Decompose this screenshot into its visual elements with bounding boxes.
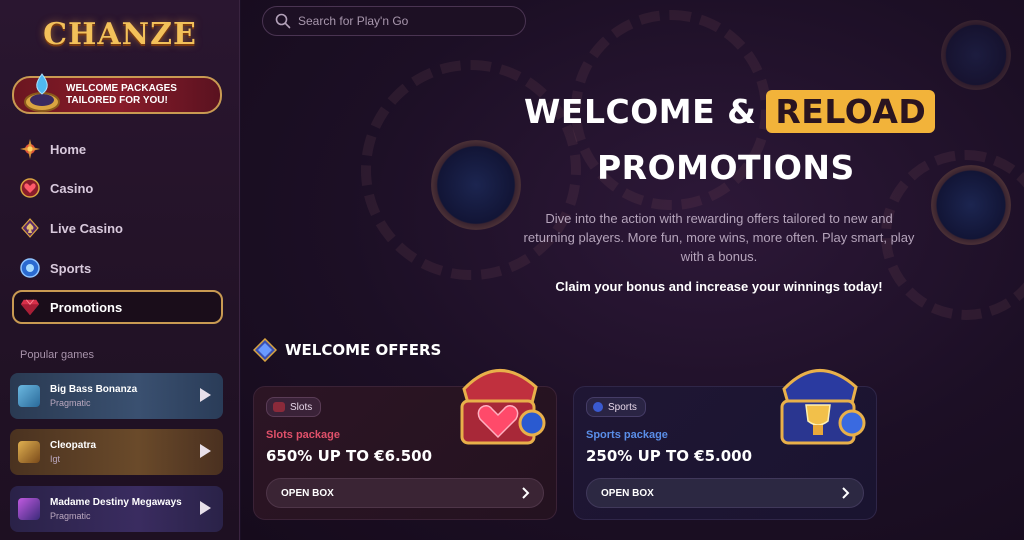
offer-tag-label: Sports <box>608 401 637 413</box>
welcome-banner-text: WELCOME PACKAGES TAILORED FOR YOU! <box>66 83 177 106</box>
open-box-button-sports[interactable]: OPEN BOX <box>586 478 864 508</box>
trophy-chest-icon <box>780 369 866 445</box>
offer-tag-slots: Slots <box>266 397 322 417</box>
game-card-big-bass-bonanza[interactable]: Big Bass Bonanza Pragmatic <box>10 373 223 419</box>
nav-label-promotions: Promotions <box>50 299 123 315</box>
game-thumbnail <box>18 385 40 407</box>
hero-title-line1: WELCOME & RELOAD <box>524 90 936 133</box>
nav-item-sports[interactable]: Sports <box>14 252 222 284</box>
offer-card-slots[interactable]: Slots Slots package 650% UP TO €6.500 OP… <box>253 369 557 520</box>
ball-icon <box>593 402 603 412</box>
diamond-icon <box>20 297 40 317</box>
game-provider: Pragmatic <box>50 398 91 408</box>
game-provider: Igt <box>50 454 61 464</box>
background-gauge <box>931 165 1011 245</box>
sidebar: CHANZE WELCOME PACKAGES TAILORED FOR YOU… <box>0 0 240 540</box>
open-box-label: OPEN BOX <box>281 487 334 499</box>
search-bar[interactable] <box>262 6 526 36</box>
offer-package-label: Slots package <box>266 429 340 441</box>
nav-item-home[interactable]: Home <box>14 133 222 165</box>
offer-tag-label: Slots <box>290 401 313 413</box>
spinning-wheel-icon <box>24 73 60 112</box>
nav-label-home: Home <box>50 141 87 157</box>
play-icon[interactable] <box>200 388 211 402</box>
game-thumbnail <box>18 441 40 463</box>
game-thumbnail <box>18 498 40 520</box>
background-clock <box>431 140 521 230</box>
search-icon <box>275 13 291 29</box>
nav-item-casino[interactable]: Casino <box>14 172 222 204</box>
game-provider: Pragmatic <box>50 511 91 521</box>
spade-icon <box>20 218 40 238</box>
game-card-cleopatra[interactable]: Cleopatra Igt <box>10 429 223 475</box>
nav-item-promotions[interactable]: Promotions <box>12 290 223 324</box>
offer-package-value: 650% UP TO €6.500 <box>266 447 433 465</box>
offer-tag-sports: Sports <box>586 397 646 417</box>
ball-icon <box>20 258 40 278</box>
nav-label-casino: Casino <box>50 180 94 196</box>
game-title: Madame Destiny Megaways <box>50 497 182 508</box>
hero-title-line2: PROMOTIONS <box>597 148 855 187</box>
nav-item-live-casino[interactable]: Live Casino <box>14 212 222 244</box>
heart-chest-icon <box>460 369 546 445</box>
search-input[interactable] <box>298 14 518 28</box>
nav-label-sports: Sports <box>50 260 92 276</box>
game-title: Big Bass Bonanza <box>50 384 138 395</box>
open-box-label: OPEN BOX <box>601 487 654 499</box>
hero-claim-text: Claim your bonus and increase your winni… <box>555 279 883 294</box>
chevron-right-icon <box>842 487 850 499</box>
open-box-button-slots[interactable]: OPEN BOX <box>266 478 544 508</box>
welcome-offers-title: WELCOME OFFERS <box>285 341 442 359</box>
game-title: Cleopatra <box>50 440 97 451</box>
welcome-offers-heading: WELCOME OFFERS <box>253 338 441 362</box>
hero-description: Dive into the action with rewarding offe… <box>523 211 915 264</box>
main-content: WELCOME & RELOAD PROMOTIONS Dive into th… <box>241 0 1024 540</box>
popular-games-heading: Popular games <box>20 349 94 361</box>
compass-icon <box>20 139 40 159</box>
hero-title-part1: WELCOME & <box>524 92 757 131</box>
slot-machine-icon <box>273 402 285 412</box>
offer-package-value: 250% UP TO €5.000 <box>586 447 753 465</box>
background-gauge <box>941 20 1011 90</box>
nav-label-live-casino: Live Casino <box>50 220 123 236</box>
chevron-right-icon <box>522 487 530 499</box>
offer-package-label: Sports package <box>586 429 668 441</box>
game-card-madame-destiny-megaways[interactable]: Madame Destiny Megaways Pragmatic <box>10 486 223 532</box>
play-icon[interactable] <box>200 444 211 458</box>
welcome-packages-banner[interactable]: WELCOME PACKAGES TAILORED FOR YOU! <box>12 73 222 114</box>
hero-title-highlight: RELOAD <box>766 90 936 133</box>
brand-logo[interactable]: CHANZE <box>43 6 196 62</box>
offer-card-sports[interactable]: Sports Sports package 250% UP TO €5.000 … <box>573 369 877 520</box>
play-icon[interactable] <box>200 501 211 515</box>
diamond-icon <box>253 338 277 362</box>
heart-chip-icon <box>20 178 40 198</box>
